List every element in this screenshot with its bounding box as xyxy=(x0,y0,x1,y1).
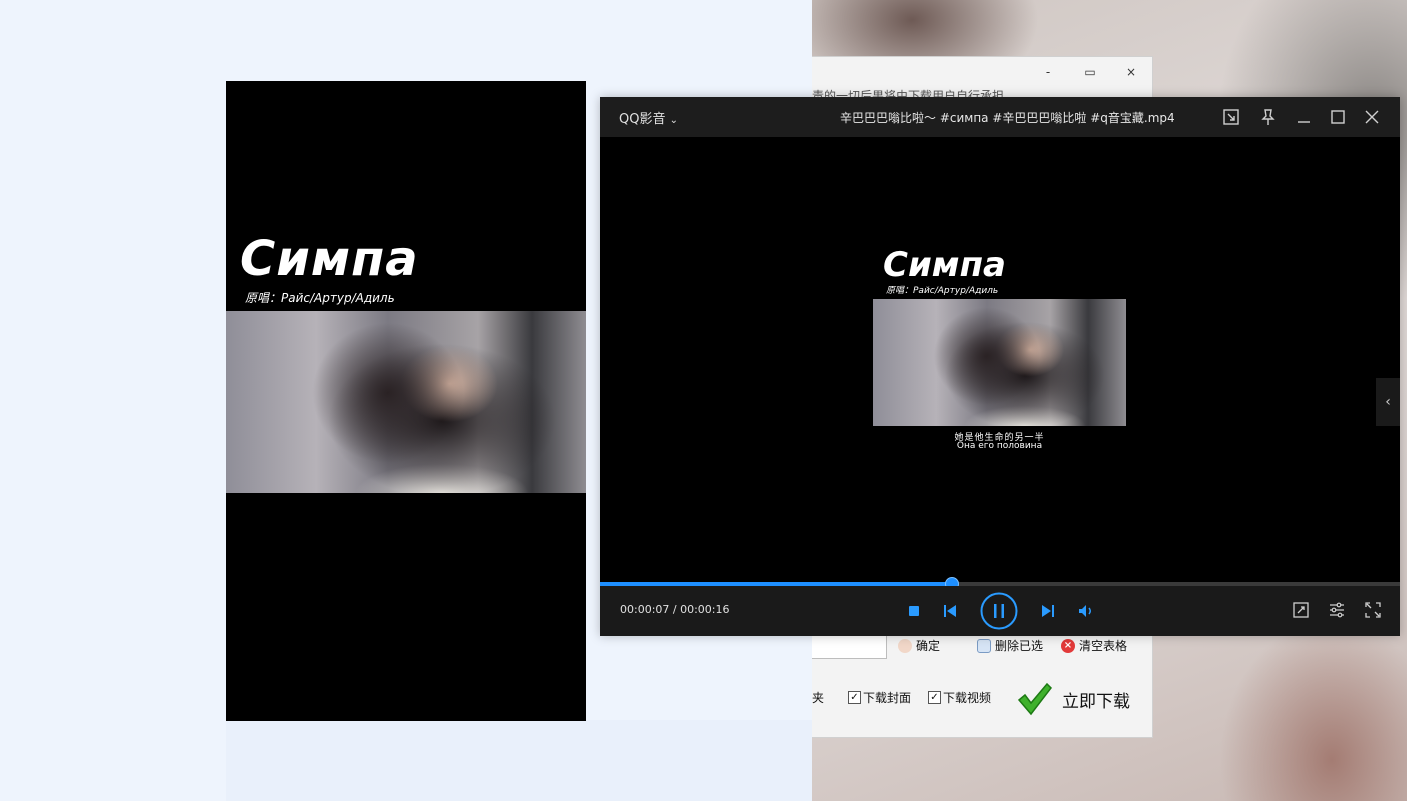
video-area[interactable]: Симпа 原唱：Райс/Артур/Адиль 她是他生命的另一半 Она … xyxy=(600,137,1400,584)
previous-icon[interactable] xyxy=(941,602,959,620)
confirm-button[interactable]: 确定 xyxy=(898,637,940,654)
file-title: 辛巴巴巴嗡比啦～ #симпа #辛巴巴巴嗡比啦 #q音宝藏.mp4 xyxy=(840,111,1175,125)
video-cover-preview: Симпа 原唱：Райс/Артур/Адиль xyxy=(226,81,586,721)
cover-photo xyxy=(226,311,586,493)
delete-icon xyxy=(977,638,991,653)
pin-icon[interactable] xyxy=(1258,107,1278,127)
next-icon[interactable] xyxy=(1039,602,1057,620)
cover-singer-line: 原唱：Райс/Артур/Адиль xyxy=(245,291,395,305)
clear-table-button[interactable]: × 清空表格 xyxy=(1061,637,1127,654)
dialog-titlebar: - ▭ × xyxy=(812,57,1152,87)
brand-menu[interactable]: QQ影音 ⌄ xyxy=(619,108,678,127)
download-cover-checkbox[interactable]: ✓ 下载封面 xyxy=(848,689,911,706)
player-controls: 00:00:07 / 00:00:16 xyxy=(600,586,1400,636)
mini-window-icon[interactable] xyxy=(1221,107,1241,127)
cover-title: Симпа xyxy=(240,231,419,287)
background-strip xyxy=(226,720,812,801)
confirm-label: 确定 xyxy=(916,639,941,653)
maximize-icon[interactable] xyxy=(1328,107,1348,127)
video-title-text: Симпа xyxy=(883,245,1007,285)
video-frame-photo xyxy=(873,299,1126,426)
stop-icon[interactable] xyxy=(906,603,922,619)
volume-icon[interactable] xyxy=(1077,602,1095,620)
dialog-minimize-button[interactable]: - xyxy=(1038,63,1058,81)
clear-table-label: 清空表格 xyxy=(1079,639,1128,653)
confirm-icon xyxy=(898,638,912,653)
player-titlebar: QQ影音 ⌄ 辛巴巴巴嗡比啦～ #симпа #辛巴巴巴嗡比啦 #q音宝藏.mp… xyxy=(600,97,1400,137)
checkbox-checked-icon: ✓ xyxy=(928,691,941,704)
folder-label: 夹 xyxy=(812,691,825,705)
green-check-icon xyxy=(1017,682,1052,716)
download-cover-label: 下载封面 xyxy=(863,691,912,705)
delete-selected-label: 删除已选 xyxy=(995,639,1044,653)
qq-player-window: QQ影音 ⌄ 辛巴巴巴嗡比啦～ #симпа #辛巴巴巴嗡比啦 #q音宝藏.mp… xyxy=(600,97,1400,636)
screenshot-icon[interactable] xyxy=(1292,601,1310,619)
download-now-label: 立即下载 xyxy=(1062,691,1130,712)
minimize-icon[interactable] xyxy=(1294,107,1314,127)
time-display: 00:00:07 / 00:00:16 xyxy=(620,603,730,616)
download-video-checkbox[interactable]: ✓ 下载视频 xyxy=(928,689,991,706)
dialog-download-row: 夹 ✓ 下载封面 ✓ 下载视频 立即下载 xyxy=(812,677,1152,717)
pause-icon[interactable] xyxy=(979,591,1019,631)
video-singer-line: 原唱：Райс/Артур/Адиль xyxy=(886,286,999,296)
brand-label: QQ影音 xyxy=(619,112,666,127)
close-icon[interactable] xyxy=(1362,107,1382,127)
delete-selected-button[interactable]: 删除已选 xyxy=(977,637,1043,654)
dialog-close-button[interactable]: × xyxy=(1121,63,1141,81)
caption-russian: Она его половина xyxy=(956,441,1043,451)
chevron-down-icon: ⌄ xyxy=(669,115,678,126)
download-now-button[interactable]: 立即下载 xyxy=(1016,681,1130,717)
chevron-left-icon: ‹ xyxy=(1385,394,1391,410)
fullscreen-icon[interactable] xyxy=(1364,601,1382,619)
checkbox-checked-icon: ✓ xyxy=(848,691,861,704)
clear-icon: × xyxy=(1061,638,1075,653)
side-panel-toggle[interactable]: ‹ xyxy=(1376,378,1400,426)
settings-icon[interactable] xyxy=(1328,601,1346,619)
download-video-label: 下载视频 xyxy=(943,691,992,705)
dialog-maximize-button[interactable]: ▭ xyxy=(1080,63,1100,81)
